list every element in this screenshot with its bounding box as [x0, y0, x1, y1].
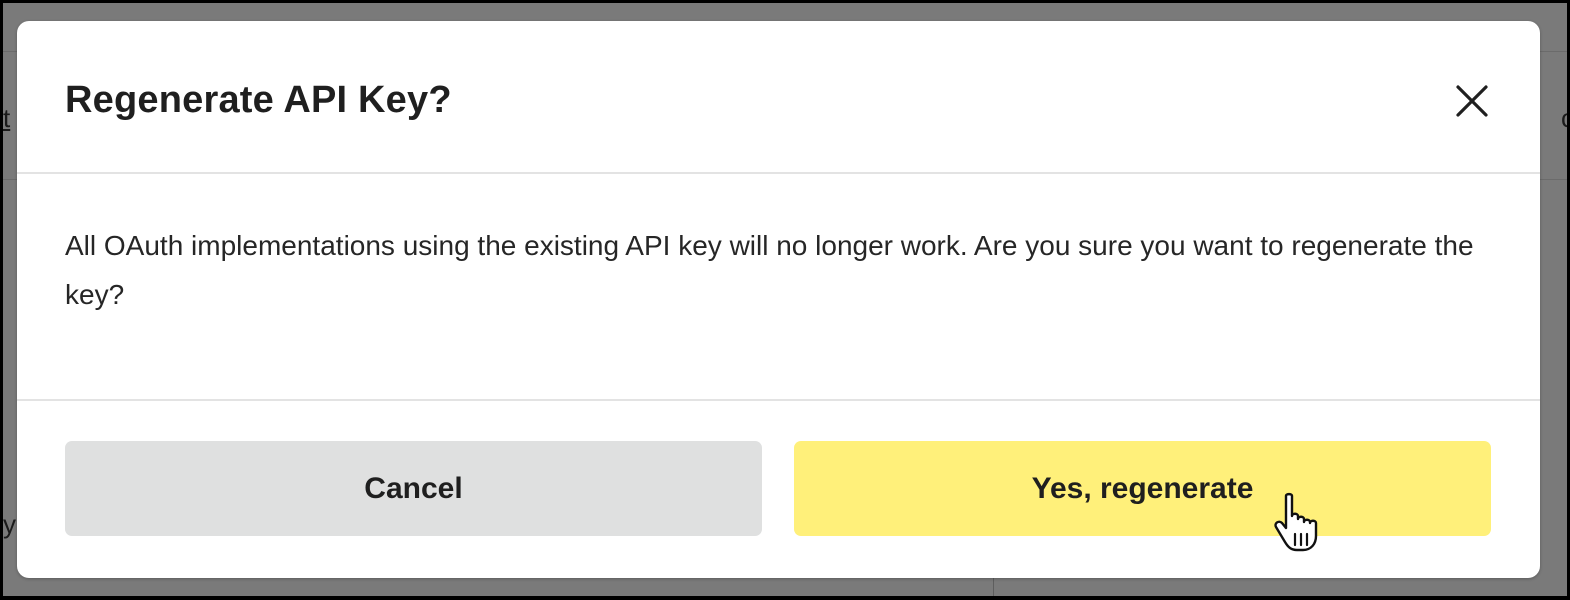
- regenerate-key-dialog: Regenerate API Key? All OAuth implementa…: [17, 21, 1540, 578]
- background-link-fragment: t: [3, 103, 11, 133]
- background-text-fragment: y: [3, 509, 16, 539]
- close-icon: [1456, 85, 1488, 117]
- background-text-fragment: c: [1561, 103, 1567, 134]
- cancel-button[interactable]: Cancel: [65, 441, 762, 536]
- background-divider: [993, 578, 994, 596]
- dialog-title: Regenerate API Key?: [65, 79, 452, 121]
- footer-divider: [17, 399, 1540, 401]
- dialog-body: All OAuth implementations using the exis…: [65, 221, 1505, 319]
- confirm-regenerate-button[interactable]: Yes, regenerate: [794, 441, 1491, 536]
- close-button[interactable]: [1447, 76, 1497, 126]
- dialog-message: All OAuth implementations using the exis…: [65, 230, 1474, 310]
- dialog-header: Regenerate API Key?: [17, 21, 1540, 174]
